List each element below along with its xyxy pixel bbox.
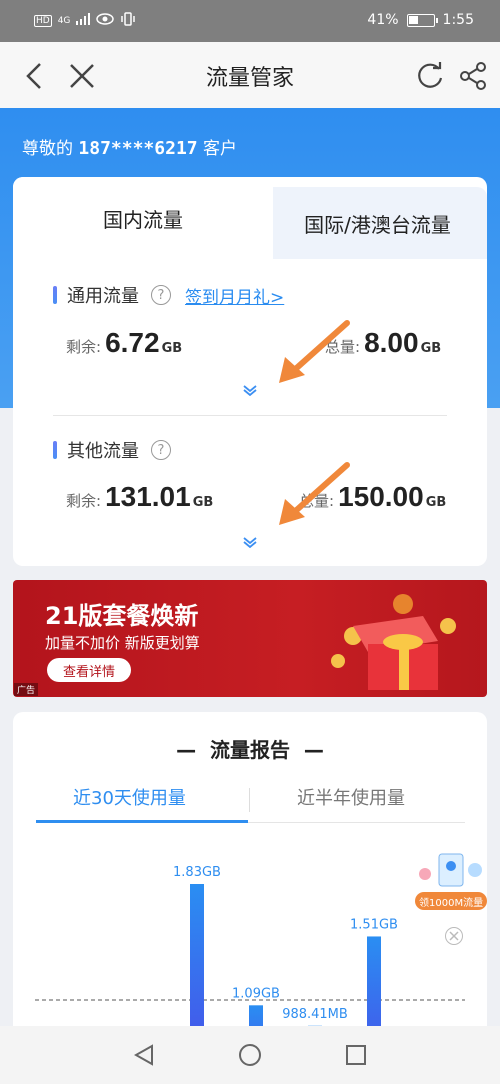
help-icon[interactable]: ? [151,285,171,305]
flow-tabs: 国际/港澳台流量 国内流量 [13,177,487,259]
other-flow-header: 其他流量 ? [53,437,171,463]
hd-icon: HD [34,15,52,27]
status-bar: HD 4G 41% 1:55 [0,0,500,42]
expand-other-button[interactable] [240,535,260,549]
remain-label: 剩余: [66,492,102,510]
title-dash: — [176,738,210,762]
section-divider [53,415,447,416]
arrow-annotation-icon [279,320,350,383]
network-label: 4G [57,16,71,26]
status-left-icons: HD 4G [34,12,136,30]
nav-back-button[interactable] [132,1043,156,1067]
remain-value: 131.01 [105,481,191,512]
tab-bottom-line [248,822,465,823]
total-value: 8.00 [364,327,419,358]
navbar: 流量管家 [0,42,500,108]
total-unit: GB [420,341,442,356]
reward-badge[interactable]: 领1000M流量 [411,852,491,912]
tab-separator [249,788,250,812]
bar-value-label: 1.51GB [350,917,398,932]
active-tab-indicator [36,820,248,823]
refresh-icon [418,62,443,88]
greeting: 尊敬的 187****6217 客户 [22,134,237,159]
circle-home-icon [239,1044,261,1066]
share-icon [460,62,486,90]
gift-box-icon [331,594,456,690]
banner-subtitle: 加量不加价 新版更划算 [45,634,200,652]
data-usage-card: 国际/港澳台流量 国内流量 通用流量 ? 签到月月礼> 剩余: 6.72 GB … [13,177,487,566]
share-button[interactable] [454,56,494,96]
tab-domestic[interactable]: 国内流量 [13,177,273,259]
tab-half-year[interactable]: 近半年使用量 [297,784,405,810]
nav-home-button[interactable] [238,1043,262,1067]
status-right: 41% 1:55 [367,12,474,28]
section-marker [53,286,57,304]
help-icon[interactable]: ? [151,440,171,460]
other-remaining: 剩余: 131.01 GB [66,481,213,513]
remain-value: 6.72 [105,327,160,358]
battery-percent: 41% [367,12,399,28]
phone-number: 187****6217 [78,138,198,159]
tab-international[interactable]: 国际/港澳台流量 [268,187,487,259]
vibrate-icon [120,12,136,30]
remain-label: 剩余: [66,338,102,356]
greeting-suffix: 客户 [203,139,238,159]
nav-recents-button[interactable] [344,1043,368,1067]
general-remaining: 剩余: 6.72 GB [66,327,182,359]
other-flow-title: 其他流量 [67,441,139,462]
bar-value-label: 1.09GB [232,986,280,1001]
remain-unit: GB [192,495,214,510]
general-flow-header: 通用流量 ? 签到月月礼> [53,282,284,308]
bar-value-label: 988.41MB [282,1007,348,1022]
close-icon [449,931,459,941]
tab-30-days[interactable]: 近30天使用量 [73,784,186,810]
arrow-annotation-icon [279,462,350,525]
remain-unit: GB [161,341,183,356]
chevron-down-icon [243,385,257,396]
general-flow-title: 通用流量 [67,286,139,307]
banner-title: 21版套餐焕新 [45,602,199,630]
total-unit: GB [425,495,447,510]
report-title-row: — 流量报告 — [13,734,487,763]
eye-icon [96,13,115,29]
ad-tag: 广告 [14,683,39,696]
close-badge-button[interactable] [445,927,463,945]
expand-general-button[interactable] [240,383,260,397]
banner-details-button[interactable]: 查看详情 [47,658,131,682]
square-recents-icon [346,1045,366,1065]
signal-icon [76,13,91,29]
reward-illustration-icon [419,853,482,887]
chevron-down-icon [243,537,257,548]
system-nav-bar [0,1026,500,1084]
battery-icon [406,13,438,27]
greeting-prefix: 尊敬的 [22,139,73,159]
checkin-link[interactable]: 签到月月礼> [185,283,284,308]
clock: 1:55 [442,12,474,28]
section-marker [53,441,57,459]
refresh-button[interactable] [410,56,450,96]
report-title: 流量报告 [210,738,290,762]
promo-banner[interactable]: 21版套餐焕新 加量不加价 新版更划算 查看详情 广告 [13,580,487,697]
bar-value-label: 1.83GB [173,865,221,880]
reward-badge-label: 领1000M流量 [415,892,488,910]
triangle-back-icon [134,1044,153,1066]
title-dash: — [290,738,324,762]
